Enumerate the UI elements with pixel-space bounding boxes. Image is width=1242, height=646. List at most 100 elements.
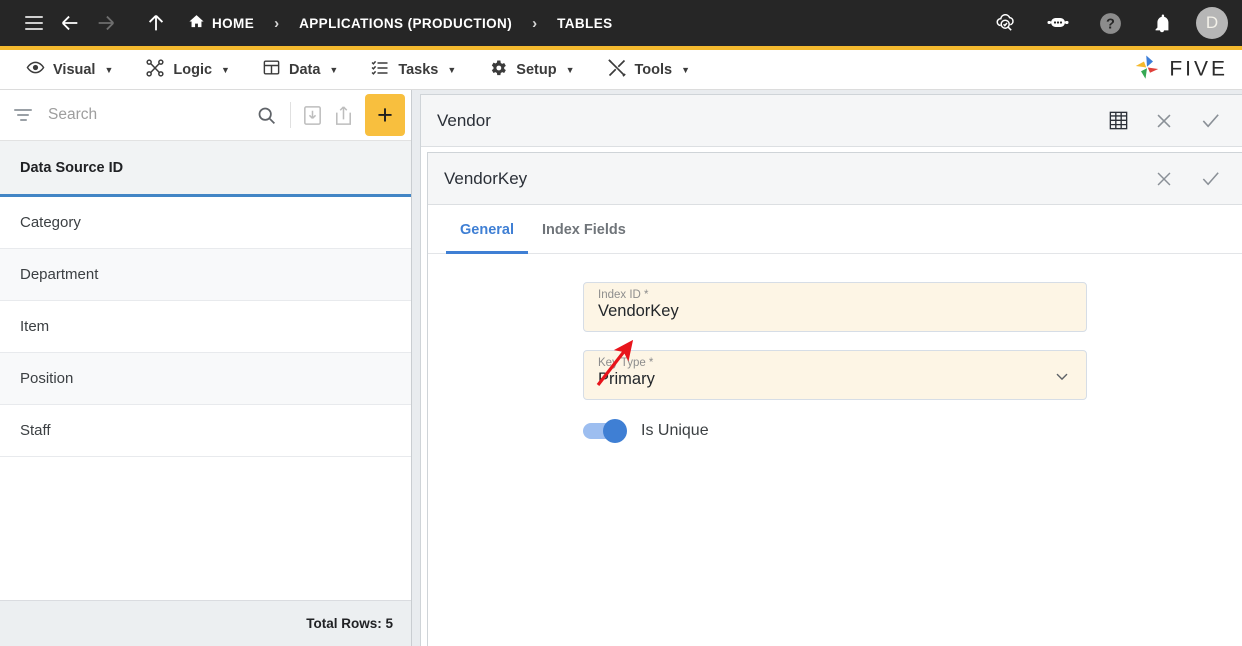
chevron-down-icon: ▼	[681, 64, 691, 75]
check-icon[interactable]	[1190, 101, 1230, 141]
row-label: Item	[20, 318, 50, 335]
is-unique-row: Is Unique	[583, 419, 1087, 443]
vendorkey-header-actions	[1144, 159, 1230, 199]
breadcrumb-separator: ›	[274, 14, 280, 32]
menu-logic[interactable]: Logic ▼	[129, 50, 246, 90]
arrow-left-icon[interactable]	[52, 5, 88, 41]
import-icon[interactable]	[297, 104, 328, 127]
menu-label: Tools	[634, 61, 673, 78]
menu-label: Tasks	[398, 61, 439, 78]
gear-icon	[488, 58, 508, 82]
graph-nodes-icon	[145, 58, 165, 82]
toggle-knob	[603, 419, 627, 443]
key-type-value: Primary	[598, 370, 655, 388]
tools-icon	[607, 58, 627, 82]
vendorkey-index-card: VendorKey General Index Fields Index ID …	[427, 152, 1242, 646]
vendorkey-title: VendorKey	[444, 168, 528, 188]
row-label: Position	[20, 370, 74, 387]
menu-label: Visual	[53, 61, 96, 78]
row-label: Category	[20, 214, 81, 231]
hamburger-icon[interactable]	[16, 5, 52, 41]
avatar[interactable]: D	[1196, 7, 1228, 39]
search-input[interactable]	[32, 106, 248, 124]
eye-icon	[26, 58, 45, 81]
breadcrumb-label: TABLES	[557, 15, 613, 31]
index-id-field[interactable]: Index ID * VendorKey	[583, 282, 1087, 332]
menu-data[interactable]: Data ▼	[246, 50, 354, 90]
cloud-check-icon[interactable]	[988, 5, 1024, 41]
detail-panel: Vendor VendorKey General Index Fields In…	[412, 90, 1242, 646]
table-row[interactable]: Staff	[0, 405, 411, 457]
table-icon	[262, 58, 281, 81]
row-label: Department	[20, 266, 99, 283]
search-toolbar: +	[0, 90, 411, 141]
tab-index-fields[interactable]: Index Fields	[528, 222, 640, 254]
breadcrumb-item-tables[interactable]: TABLES	[553, 16, 616, 31]
menu-tasks[interactable]: Tasks ▼	[354, 50, 472, 90]
index-id-label: Index ID *	[598, 289, 649, 301]
chatbot-icon[interactable]	[1040, 5, 1076, 41]
toolbar-divider	[290, 102, 292, 128]
vendorkey-header-bar: VendorKey	[428, 153, 1242, 205]
chevron-down-icon[interactable]	[1052, 366, 1072, 391]
table-row[interactable]: Position	[0, 353, 411, 405]
application-menu-bar: Visual ▼ Logic ▼ Data ▼ Tasks ▼ Setup ▼ …	[0, 50, 1242, 90]
arrow-right-icon[interactable]	[88, 5, 124, 41]
table-row[interactable]: Department	[0, 249, 411, 301]
total-rows-label: Total Rows: 5	[0, 600, 411, 646]
help-icon[interactable]: ?	[1092, 5, 1128, 41]
chevron-down-icon: ▼	[565, 64, 575, 75]
vendor-title: Vendor	[437, 110, 491, 130]
index-id-value: VendorKey	[598, 302, 679, 320]
add-button[interactable]: +	[365, 94, 405, 136]
close-icon[interactable]	[1144, 101, 1184, 141]
table-row[interactable]: Category	[0, 197, 411, 249]
is-unique-label: Is Unique	[641, 422, 709, 439]
menu-visual[interactable]: Visual ▼	[10, 50, 129, 90]
check-icon[interactable]	[1190, 159, 1230, 199]
workspace: + Data Source ID Category Department Ite…	[0, 90, 1242, 646]
key-type-label: Key Type *	[598, 357, 654, 369]
close-icon[interactable]	[1144, 159, 1184, 199]
brand-logo: FIVE	[1132, 52, 1228, 87]
vendor-header-actions	[1098, 101, 1230, 141]
column-header-data-source-id[interactable]: Data Source ID	[0, 141, 411, 197]
row-label: Staff	[20, 422, 51, 439]
data-source-list: Category Department Item Position Staff	[0, 197, 411, 600]
table-grid-icon[interactable]	[1098, 101, 1138, 141]
chevron-down-icon: ▼	[104, 64, 114, 75]
general-tab-form: Index ID * VendorKey Key Type * Primary	[428, 254, 1242, 646]
breadcrumb-item-applications[interactable]: APPLICATIONS (PRODUCTION)	[295, 16, 516, 31]
chevron-down-icon: ▼	[221, 64, 230, 75]
menu-label: Data	[288, 61, 321, 78]
brand-name: FIVE	[1169, 57, 1228, 81]
breadcrumb: HOME › APPLICATIONS (PRODUCTION) › TABLE…	[184, 13, 617, 33]
menu-setup[interactable]: Setup ▼	[472, 50, 590, 90]
menu-label: Logic	[173, 61, 213, 78]
search-icon[interactable]	[248, 105, 284, 126]
vendor-record-card: Vendor VendorKey General Index Fields In…	[420, 94, 1242, 646]
chevron-down-icon: ▼	[329, 64, 339, 75]
tab-general[interactable]: General	[446, 222, 528, 254]
menu-tools[interactable]: Tools ▼	[591, 50, 707, 90]
breadcrumb-separator: ›	[532, 14, 538, 32]
checklist-icon	[370, 58, 390, 82]
index-tabs: General Index Fields	[428, 205, 1242, 254]
breadcrumb-label: APPLICATIONS (PRODUCTION)	[299, 15, 513, 31]
vendor-header-bar: Vendor	[421, 95, 1242, 147]
bell-icon[interactable]	[1144, 5, 1180, 41]
arrow-up-icon[interactable]	[138, 5, 174, 41]
key-type-field[interactable]: Key Type * Primary	[583, 350, 1087, 400]
filter-icon[interactable]	[14, 108, 32, 122]
breadcrumb-item-home[interactable]: HOME	[184, 13, 258, 33]
table-row[interactable]: Item	[0, 301, 411, 353]
export-icon[interactable]	[328, 104, 359, 127]
breadcrumb-label: HOME	[212, 15, 255, 31]
data-sources-panel: + Data Source ID Category Department Ite…	[0, 90, 412, 646]
chevron-down-icon: ▼	[447, 64, 457, 75]
home-icon	[188, 13, 205, 33]
is-unique-toggle[interactable]	[583, 419, 627, 443]
top-nav-actions: ? D	[988, 5, 1228, 41]
menu-label: Setup	[516, 61, 557, 78]
top-navigation-bar: HOME › APPLICATIONS (PRODUCTION) › TABLE…	[0, 0, 1242, 46]
